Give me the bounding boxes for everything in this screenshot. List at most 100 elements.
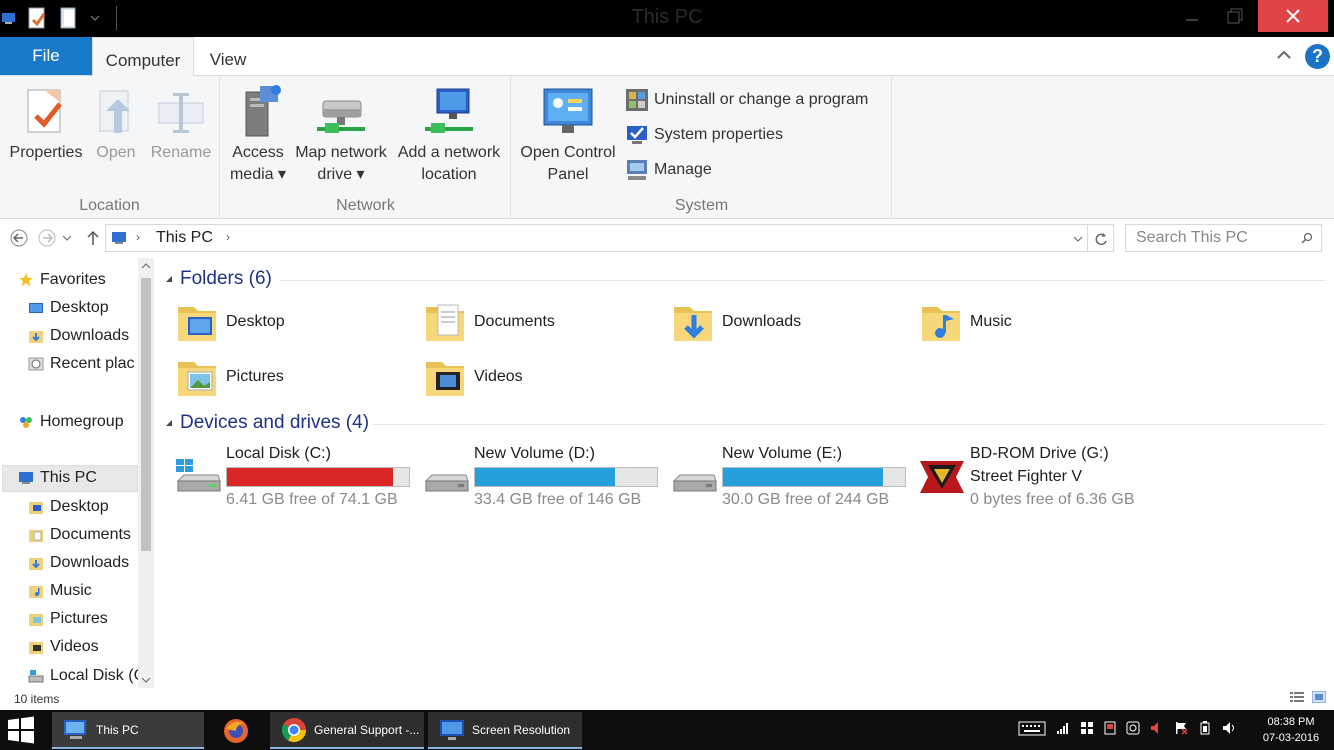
details-view-icon[interactable] bbox=[1290, 691, 1304, 703]
network-location-icon bbox=[393, 82, 505, 142]
nav-pc-downloads[interactable]: Downloads bbox=[28, 551, 129, 575]
drive-g[interactable]: BD-ROM Drive (G:) Street Fighter V 0 byt… bbox=[918, 445, 1158, 509]
large-icons-view-icon[interactable] bbox=[1312, 691, 1326, 703]
nav-pc-documents[interactable]: Documents bbox=[28, 523, 131, 547]
device-tray-icon[interactable] bbox=[1104, 721, 1116, 735]
folder-music[interactable]: Music bbox=[918, 296, 1012, 348]
breadcrumb-separator-icon[interactable]: › bbox=[136, 230, 140, 244]
address-dropdown-icon[interactable] bbox=[1073, 234, 1083, 244]
folder-pictures[interactable]: Pictures bbox=[174, 351, 284, 403]
help-button[interactable]: ? bbox=[1305, 44, 1330, 69]
manage-label: Manage bbox=[654, 161, 712, 178]
nav-fav-desktop[interactable]: Desktop bbox=[28, 296, 109, 320]
flag-icon[interactable] bbox=[1174, 721, 1188, 735]
folder-videos[interactable]: Videos bbox=[422, 351, 523, 403]
start-button[interactable] bbox=[6, 716, 42, 746]
taskbar-chrome-label: General Support -... bbox=[314, 722, 420, 737]
battery-icon[interactable] bbox=[1198, 721, 1212, 735]
drive-c-name: Local Disk (C:) bbox=[226, 445, 331, 462]
title-bar: This PC bbox=[0, 0, 1334, 37]
nav-scrollbar-thumb[interactable] bbox=[141, 278, 151, 551]
chrome-icon bbox=[281, 717, 306, 742]
location-group: Properties Open Rename Location bbox=[0, 76, 220, 219]
camera-tray-icon[interactable] bbox=[1126, 721, 1140, 735]
tab-file[interactable]: File bbox=[0, 37, 92, 75]
taskbar-firefox[interactable] bbox=[208, 712, 266, 749]
nav-pc-videos[interactable]: Videos bbox=[28, 635, 99, 659]
folder-downloads[interactable]: Downloads bbox=[670, 296, 801, 348]
up-button[interactable] bbox=[83, 228, 103, 248]
breadcrumb-this-pc[interactable]: This PC bbox=[156, 229, 213, 247]
folders-section-header[interactable]: Folders (6) bbox=[164, 268, 272, 290]
refresh-button[interactable] bbox=[1088, 224, 1114, 252]
rename-button[interactable]: Rename bbox=[146, 82, 216, 164]
drive-g-name: BD-ROM Drive (G:) bbox=[970, 445, 1109, 462]
speaker-icon[interactable] bbox=[1222, 721, 1238, 735]
music-folder-icon bbox=[29, 586, 43, 598]
folder-documents[interactable]: Documents bbox=[422, 296, 555, 348]
uninstall-program-button[interactable]: Uninstall or change a program bbox=[624, 85, 868, 115]
taskbar-screen-resolution[interactable]: Screen Resolution bbox=[428, 712, 582, 749]
system-properties-button[interactable]: System properties bbox=[624, 120, 783, 150]
nav-favorites-label: Favorites bbox=[40, 271, 106, 288]
nav-pc-local-disk[interactable]: Local Disk (C bbox=[28, 664, 138, 688]
keyboard-icon[interactable] bbox=[1018, 720, 1046, 736]
add-network-location-button[interactable]: Add a network location bbox=[393, 82, 505, 186]
search-icon[interactable] bbox=[1301, 232, 1313, 244]
nav-this-pc[interactable]: This PC bbox=[18, 466, 97, 490]
network-drive-icon bbox=[291, 82, 391, 142]
drive-e[interactable]: New Volume (E:) 30.0 GB free of 244 GB bbox=[670, 445, 910, 509]
nav-fav-desktop-label: Desktop bbox=[50, 299, 109, 316]
system-clock[interactable]: 08:38 PM 07-03-2016 bbox=[1256, 714, 1326, 746]
nav-homegroup[interactable]: Homegroup bbox=[18, 410, 124, 434]
map-network-drive-label-2: drive ▾ bbox=[317, 166, 365, 183]
windows-logo-icon bbox=[8, 716, 34, 744]
nav-pc-desktop[interactable]: Desktop bbox=[28, 495, 109, 519]
taskbar-chrome[interactable]: General Support -... bbox=[270, 712, 424, 749]
nav-pc-documents-label: Documents bbox=[50, 526, 131, 543]
scroll-up-icon[interactable] bbox=[141, 262, 151, 270]
taskbar-this-pc-label: This PC bbox=[96, 722, 139, 737]
taskbar-this-pc[interactable]: This PC bbox=[52, 712, 204, 749]
nav-fav-recent[interactable]: Recent plac bbox=[28, 352, 138, 376]
access-media-button[interactable]: Access media ▾ bbox=[223, 82, 293, 186]
properties-button[interactable]: Properties bbox=[4, 82, 88, 164]
downloads-folder-icon bbox=[674, 307, 712, 341]
nav-pc-music[interactable]: Music bbox=[28, 579, 92, 603]
drive-d[interactable]: New Volume (D:) 33.4 GB free of 146 GB bbox=[422, 445, 662, 509]
open-control-panel-button[interactable]: Open Control Panel bbox=[514, 82, 622, 186]
nav-pc-pictures[interactable]: Pictures bbox=[28, 607, 108, 631]
open-button[interactable]: Open bbox=[90, 82, 142, 164]
drive-c[interactable]: Local Disk (C:) 6.41 GB free of 74.1 GB bbox=[174, 445, 414, 509]
videos-folder-icon bbox=[426, 362, 464, 396]
properties-icon bbox=[4, 82, 88, 142]
volume-muted-icon[interactable] bbox=[1150, 721, 1164, 735]
collapse-ribbon-icon[interactable] bbox=[1276, 47, 1292, 65]
close-button[interactable] bbox=[1258, 0, 1328, 32]
address-bar[interactable]: › This PC › bbox=[105, 224, 1088, 252]
properties-label: Properties bbox=[9, 144, 83, 161]
back-button[interactable] bbox=[9, 228, 29, 248]
minimize-button[interactable] bbox=[1172, 0, 1212, 32]
nav-favorites[interactable]: Favorites bbox=[18, 268, 106, 292]
manage-button[interactable]: Manage bbox=[624, 155, 712, 185]
access-media-label-2: media ▾ bbox=[229, 166, 287, 183]
search-input[interactable]: Search This PC bbox=[1125, 224, 1322, 252]
signal-icon[interactable] bbox=[1056, 721, 1070, 735]
breadcrumb-chevron-icon[interactable]: › bbox=[226, 230, 230, 244]
location-group-label: Location bbox=[79, 197, 140, 214]
recent-locations-chevron-icon[interactable] bbox=[61, 228, 73, 248]
tab-computer[interactable]: Computer bbox=[92, 37, 194, 77]
forward-button[interactable] bbox=[37, 228, 57, 248]
map-network-drive-button[interactable]: Map network drive ▾ bbox=[291, 82, 391, 186]
tab-view[interactable]: View bbox=[196, 37, 260, 76]
ribbon-tabs: File Computer View ? bbox=[0, 37, 1334, 77]
devices-section-header[interactable]: Devices and drives (4) bbox=[164, 412, 369, 434]
folder-desktop[interactable]: Desktop bbox=[174, 296, 285, 348]
windows-tray-icon[interactable] bbox=[1080, 721, 1094, 735]
nav-fav-downloads[interactable]: Downloads bbox=[28, 324, 129, 348]
maximize-button[interactable] bbox=[1215, 0, 1255, 32]
scroll-down-icon[interactable] bbox=[141, 676, 151, 684]
nav-pc-local-disk-label: Local Disk (C bbox=[50, 667, 138, 684]
nav-scrollbar[interactable] bbox=[138, 258, 154, 688]
